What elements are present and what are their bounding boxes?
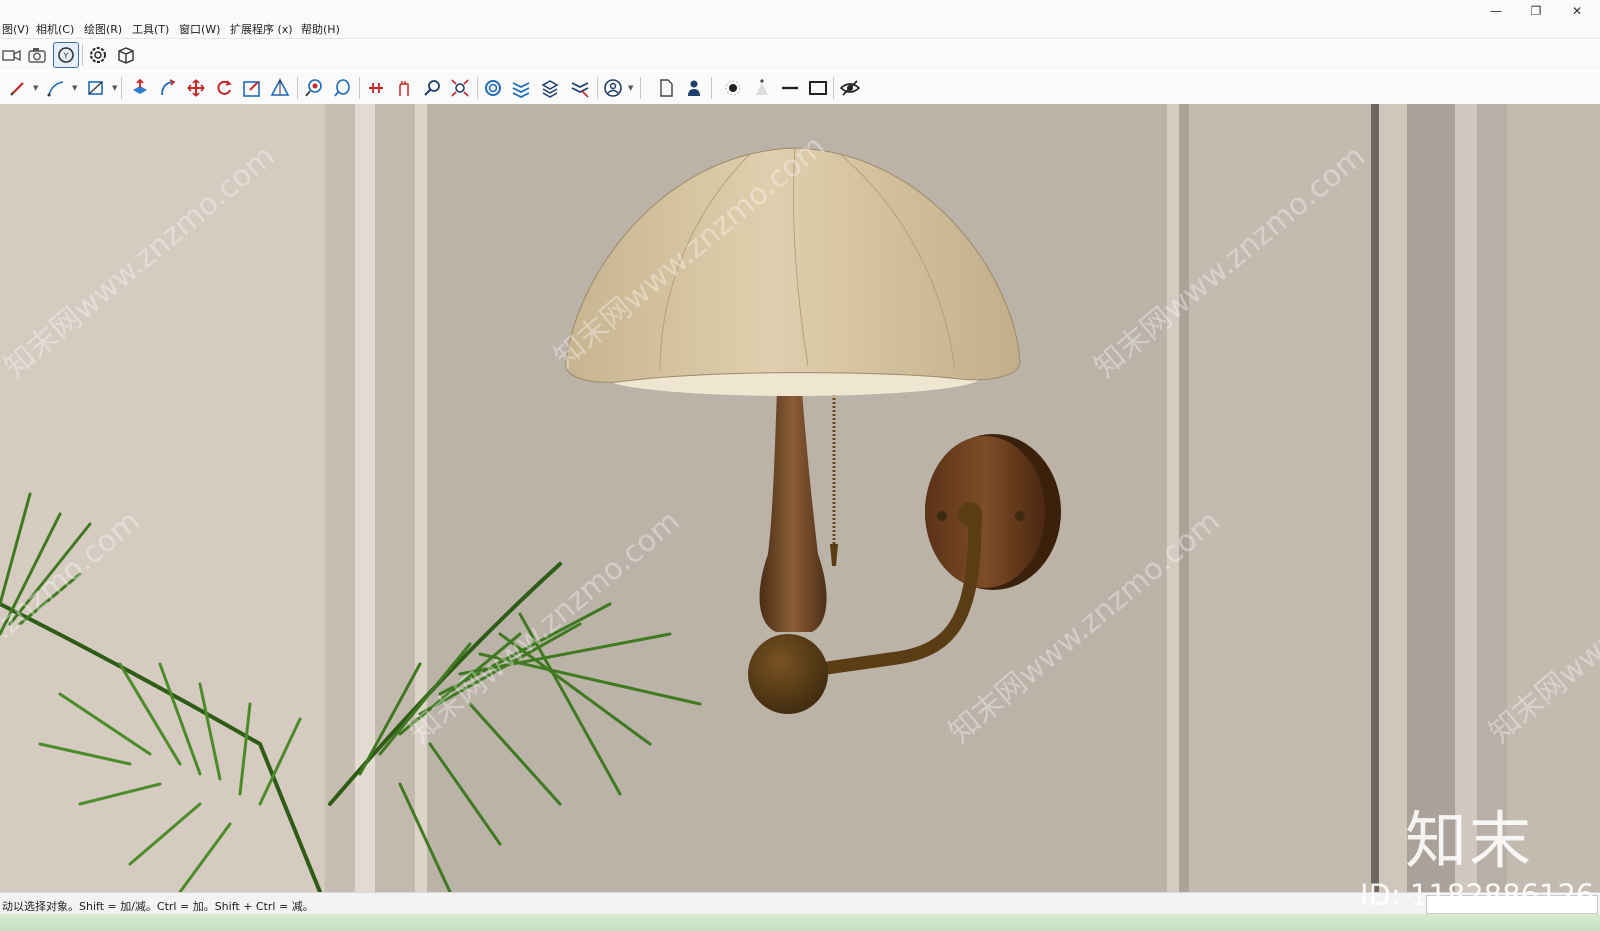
- menu-tools[interactable]: 工具(T): [132, 21, 169, 37]
- watermark-logo: 知末: [1405, 804, 1534, 877]
- zoom-icon[interactable]: [420, 76, 444, 100]
- molding: [325, 104, 355, 892]
- screw: [937, 511, 947, 521]
- separator: [477, 77, 478, 99]
- pencil-icon[interactable]: [6, 76, 30, 100]
- move-icon[interactable]: [184, 76, 208, 100]
- separator: [359, 77, 360, 99]
- cone-icon[interactable]: [750, 76, 774, 100]
- molding: [1379, 104, 1407, 892]
- menu-draw[interactable]: 绘图(R): [84, 21, 122, 37]
- hidden-eye-icon[interactable]: [838, 76, 862, 100]
- dropdown-arrow-icon[interactable]: ▼: [33, 84, 38, 92]
- dropdown-arrow-icon[interactable]: ▼: [112, 84, 117, 92]
- shape-icon[interactable]: [84, 76, 108, 100]
- molding: [375, 104, 415, 892]
- eraser-icon[interactable]: [330, 76, 354, 100]
- molding: [1179, 104, 1189, 892]
- toolbar-views: Y: [0, 40, 1600, 70]
- section-icon[interactable]: [268, 76, 292, 100]
- menu-view[interactable]: 图(V): [2, 21, 29, 37]
- push-pull-icon[interactable]: [128, 76, 152, 100]
- menu-help[interactable]: 帮助(H): [301, 21, 340, 37]
- separator: [711, 77, 712, 99]
- minimize-icon[interactable]: —: [1481, 2, 1511, 20]
- toolbar-tools: ▼ ▼ ▼ ▼: [0, 72, 1600, 105]
- dropdown-arrow-icon[interactable]: ▼: [628, 84, 633, 92]
- menu-window[interactable]: 窗口(W): [179, 21, 220, 37]
- follow-me-icon[interactable]: [156, 76, 180, 100]
- molding: [1167, 104, 1179, 892]
- component-icon[interactable]: [481, 76, 505, 100]
- page-icon[interactable]: [654, 76, 678, 100]
- molding: [415, 104, 427, 892]
- hand-icon[interactable]: [392, 76, 416, 100]
- separator: [597, 77, 598, 99]
- layers-icon[interactable]: [509, 76, 533, 100]
- paint-icon[interactable]: [302, 76, 326, 100]
- sync-orbit-icon[interactable]: Y: [53, 42, 79, 68]
- wall-far-right: [1507, 104, 1600, 892]
- gear-flower-icon[interactable]: [86, 43, 110, 67]
- box-export-icon[interactable]: [114, 43, 138, 67]
- separator: [121, 77, 122, 99]
- dash-icon[interactable]: [778, 76, 802, 100]
- zoom-extents-icon[interactable]: [448, 76, 472, 100]
- lamp-ball: [748, 634, 828, 714]
- molding: [1455, 104, 1477, 892]
- dot-icon[interactable]: [721, 76, 745, 100]
- door-frame-edge: [1371, 104, 1379, 892]
- camera-icon[interactable]: [25, 43, 49, 67]
- molding: [1407, 104, 1455, 892]
- close-icon[interactable]: ✕: [1562, 2, 1592, 20]
- molding: [1477, 104, 1507, 892]
- walk-icon[interactable]: [364, 76, 388, 100]
- stack-icon[interactable]: [538, 76, 562, 100]
- watermark-id: ID: 1182886126: [1360, 878, 1595, 912]
- restore-icon[interactable]: ❐: [1521, 2, 1551, 20]
- scene-render: 知末网www.znzmo.com 知末网www.znzmo.com 知末网www…: [0, 104, 1600, 892]
- model-viewport[interactable]: 知末网www.znzmo.com 知末网www.znzmo.com 知末网www…: [0, 104, 1600, 892]
- separator: [297, 77, 298, 99]
- line-icon[interactable]: [44, 76, 68, 100]
- rotate-icon[interactable]: [212, 76, 236, 100]
- video-camera-icon[interactable]: [0, 43, 24, 67]
- menu-bar: 图(V) 相机(C) 绘图(R) 工具(T) 窗口(W) 扩展程序 (x) 帮助…: [0, 0, 1600, 39]
- status-hint: 动以选择对象。Shift = 加/减。Ctrl = 加。Shift + Ctrl…: [2, 900, 314, 913]
- dropdown-arrow-icon[interactable]: ▼: [72, 84, 77, 92]
- user-circle-icon[interactable]: [601, 76, 625, 100]
- scale-icon[interactable]: [240, 76, 264, 100]
- separator: [640, 77, 641, 99]
- menu-extensions[interactable]: 扩展程序 (x): [230, 21, 293, 37]
- separator: [82, 44, 83, 66]
- screw: [1015, 511, 1025, 521]
- svg-text:Y: Y: [63, 52, 69, 61]
- styles-icon[interactable]: [568, 76, 592, 100]
- person-icon[interactable]: [682, 76, 706, 100]
- taskbar-strip: [0, 914, 1600, 931]
- separator: [833, 77, 834, 99]
- rectangle-icon[interactable]: [806, 76, 830, 100]
- menu-camera[interactable]: 相机(C): [36, 21, 74, 37]
